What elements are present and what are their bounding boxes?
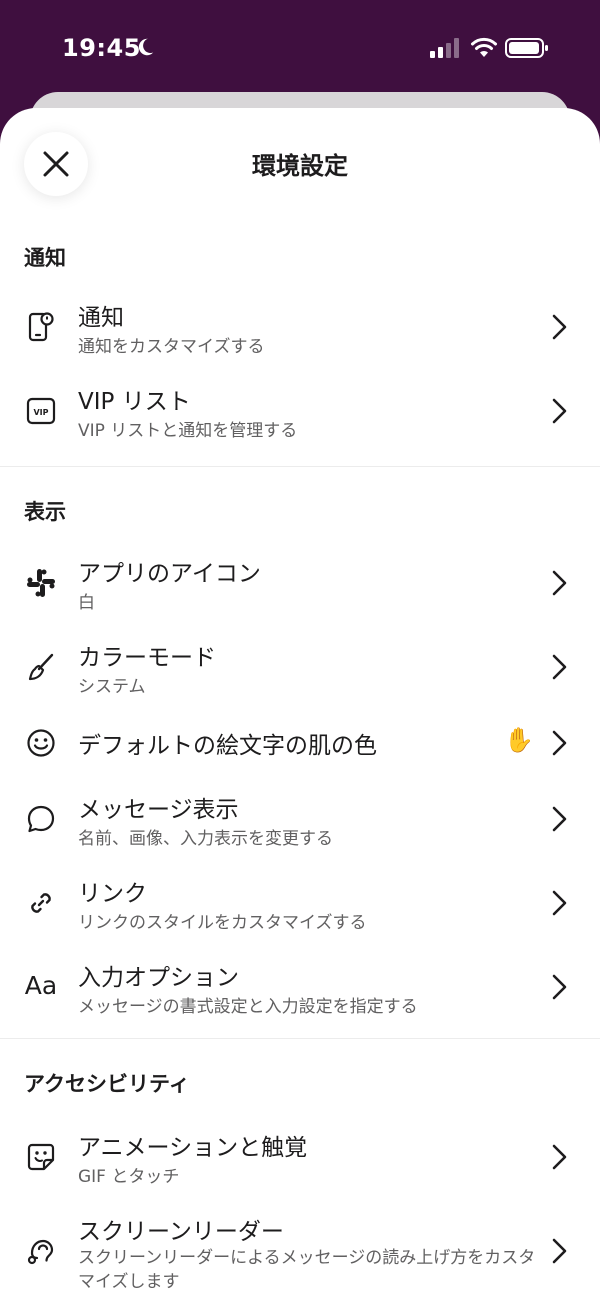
item-label: アプリのアイコン [78, 561, 261, 587]
vip-icon: VIP [24, 394, 58, 428]
item-sublabel: スクリーンリーダーによるメッセージの読み上げ方をカスタマイズします [78, 1248, 536, 1292]
settings-item-color-mode[interactable]: カラーモード システム [0, 626, 600, 710]
preferences-sheet: 環境設定 通知 通知 通知をカスタマイズする VIP VIP リスト VIP リ… [0, 108, 600, 1304]
svg-text:VIP: VIP [33, 408, 48, 417]
section-divider [0, 466, 600, 467]
link-icon [24, 886, 58, 920]
hand-emoji: ✋ [504, 726, 534, 754]
chevron-right-icon [552, 570, 567, 596]
status-time: 19:45 [62, 34, 141, 62]
chevron-right-icon [552, 654, 567, 680]
chevron-right-icon [552, 890, 567, 916]
battery-icon [505, 38, 548, 58]
settings-item-vip-list[interactable]: VIP VIP リスト VIP リストと通知を管理する [0, 370, 600, 454]
page-title: 環境設定 [252, 152, 348, 180]
item-sublabel: GIF とタッチ [78, 1167, 180, 1187]
animated-sticker-icon [24, 1140, 58, 1174]
moon-icon [138, 38, 154, 56]
chevron-right-icon [552, 974, 567, 1000]
chevron-right-icon [552, 1238, 567, 1264]
item-label: カラーモード [78, 645, 216, 671]
status-bar: 19:45 [0, 0, 600, 96]
item-label: スクリーンリーダー [78, 1219, 284, 1245]
wifi-icon [471, 37, 497, 57]
section-header-accessibility: アクセシビリティ [24, 1072, 190, 1096]
item-label: リンク [78, 881, 147, 907]
phone-notification-icon [24, 310, 58, 344]
item-label: メッセージ表示 [78, 797, 239, 823]
item-label: 入力オプション [78, 965, 239, 991]
section-divider [0, 1038, 600, 1039]
item-label: アニメーションと触覚 [78, 1135, 308, 1161]
chevron-right-icon [552, 806, 567, 832]
settings-item-skin-tone[interactable]: デフォルトの絵文字の肌の色 ✋ [0, 710, 600, 776]
item-sublabel: リンクのスタイルをカスタマイズする [78, 913, 367, 933]
text-format-icon: Aa [24, 970, 58, 1000]
chevron-right-icon [552, 1144, 567, 1170]
paintbrush-icon [24, 650, 58, 684]
item-sublabel: 名前、画像、入力表示を変更する [78, 829, 333, 849]
settings-item-notifications[interactable]: 通知 通知をカスタマイズする [0, 286, 600, 370]
section-header-notifications: 通知 [24, 246, 66, 270]
section-header-display: 表示 [24, 500, 66, 524]
chevron-right-icon [552, 398, 567, 424]
settings-item-animation-haptics[interactable]: アニメーションと触覚 GIF とタッチ [0, 1114, 600, 1198]
item-sublabel: システム [78, 677, 146, 697]
item-sublabel: メッセージの書式設定と入力設定を指定する [78, 997, 418, 1017]
item-sublabel: VIP リストと通知を管理する [78, 421, 298, 441]
cellular-signal-icon [430, 38, 459, 58]
item-label: VIP リスト [78, 389, 191, 415]
item-sublabel: 白 [78, 593, 95, 613]
item-label: デフォルトの絵文字の肌の色 [78, 733, 377, 759]
chevron-right-icon [552, 314, 567, 340]
settings-item-message-display[interactable]: メッセージ表示 名前、画像、入力表示を変更する [0, 776, 600, 860]
settings-item-links[interactable]: リンク リンクのスタイルをカスタマイズする [0, 860, 600, 944]
settings-item-app-icon[interactable]: アプリのアイコン 白 [0, 542, 600, 626]
chevron-right-icon [552, 730, 567, 756]
settings-item-input-options[interactable]: Aa 入力オプション メッセージの書式設定と入力設定を指定する [0, 944, 600, 1028]
screen-reader-icon [24, 1234, 58, 1268]
smiley-icon [24, 726, 58, 760]
settings-item-screen-reader[interactable]: スクリーンリーダー スクリーンリーダーによるメッセージの読み上げ方をカスタマイズ… [0, 1198, 600, 1304]
slack-logo-icon [24, 566, 58, 600]
item-label: 通知 [78, 305, 124, 331]
speech-bubble-icon [24, 802, 58, 836]
item-sublabel: 通知をカスタマイズする [78, 337, 265, 357]
